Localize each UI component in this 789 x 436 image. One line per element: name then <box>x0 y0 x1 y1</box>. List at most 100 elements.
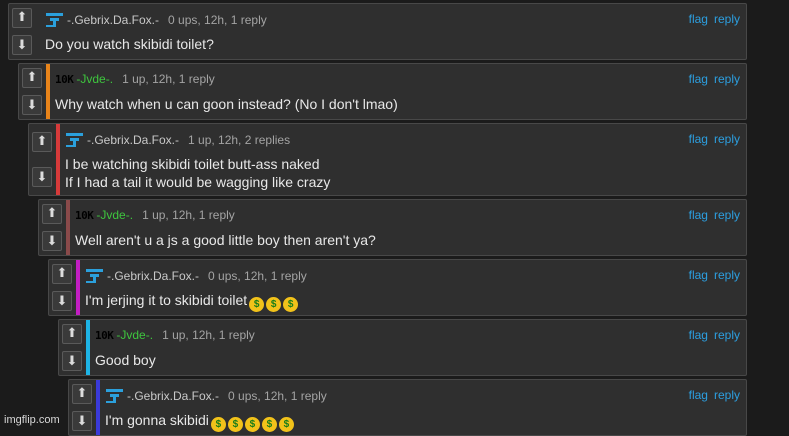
comment-header: 10K -Jvde-. 1 up, 12h, 1 reply <box>75 208 235 222</box>
up-arrow-icon: ⬆ <box>76 386 88 402</box>
username-link[interactable]: -Jvde-. <box>76 72 113 86</box>
comment-text: I'm jerjing it to skibidi toilet <box>85 292 248 308</box>
vote-controls: ⬆ ⬇ <box>39 200 65 255</box>
comment-actions: flag reply <box>683 208 740 222</box>
up-arrow-icon: ⬆ <box>56 266 68 282</box>
comment-text-line: I'm gonna skibidi $ $ $ $ $ <box>105 411 294 432</box>
comment-body: I be watching skibidi toilet butt-ass na… <box>65 155 330 191</box>
reply-link[interactable]: reply <box>714 132 740 146</box>
comment: ⬆ ⬇ -.Gebrix.Da.Fox.- 0 ups, 12h, 1 reply fl… <box>68 379 747 436</box>
comment-header: 10K -Jvde-. 1 up, 12h, 1 reply <box>55 72 215 86</box>
flag-link[interactable]: flag <box>689 208 708 222</box>
flag-link[interactable]: flag <box>689 72 708 86</box>
comment-header: -.Gebrix.Da.Fox.- 1 up, 12h, 2 replies <box>65 132 290 148</box>
downvote-button[interactable]: ⬇ <box>22 95 42 116</box>
money-mouth-face-emoji-icon: $ <box>266 297 282 312</box>
reply-link[interactable]: reply <box>714 328 740 342</box>
money-mouth-face-emoji-icon: $ <box>283 297 299 312</box>
reply-link[interactable]: reply <box>714 72 740 86</box>
vote-controls: ⬆ ⬇ <box>49 260 75 315</box>
flag-link[interactable]: flag <box>689 388 708 402</box>
comment-body: Why watch when u can goon instead? (No I… <box>55 95 398 113</box>
reply-link[interactable]: reply <box>714 12 740 26</box>
upvote-button[interactable]: ⬆ <box>22 67 42 88</box>
downvote-button[interactable]: ⬇ <box>32 167 52 188</box>
comment-thread: ⬆ ⬇ -.Gebrix.Da.Fox.- 0 ups, 12h, 1 reply fl… <box>0 0 789 436</box>
comment-header: -.Gebrix.Da.Fox.- 0 ups, 12h, 1 reply <box>45 12 267 28</box>
comment-text-line: If I had a tail it would be wagging like… <box>65 173 330 191</box>
upvote-button[interactable]: ⬆ <box>52 263 72 284</box>
comment-text: Why watch when u can goon instead? (No I… <box>55 96 398 112</box>
vote-controls: ⬆ ⬇ <box>19 64 45 119</box>
comment-meta: 1 up, 12h, 1 reply <box>122 72 215 86</box>
comment: ⬆ ⬇ -.Gebrix.Da.Fox.- 0 ups, 12h, 1 reply fl… <box>48 259 747 316</box>
comment-actions: flag reply <box>683 388 740 402</box>
reply-link[interactable]: reply <box>714 268 740 282</box>
comment-meta: 0 ups, 12h, 1 reply <box>208 269 307 283</box>
username-link[interactable]: -Jvde-. <box>116 328 153 342</box>
comment: ⬆ ⬇ 10K -Jvde-. 1 up, 12h, 1 reply flag reply W… <box>38 199 747 256</box>
money-mouth-face-emoji-icon: $ <box>249 297 265 312</box>
username-link[interactable]: -.Gebrix.Da.Fox.- <box>127 389 219 403</box>
comment-actions: flag reply <box>683 268 740 282</box>
comment-meta: 0 ups, 12h, 1 reply <box>228 389 327 403</box>
downvote-button[interactable]: ⬇ <box>72 411 92 432</box>
avatar-badge: 10K <box>95 328 114 342</box>
comment: ⬆ ⬇ 10K -Jvde-. 1 up, 12h, 1 reply flag reply W… <box>18 63 747 120</box>
comment-body: I'm gonna skibidi $ $ $ $ $ <box>105 411 294 432</box>
comment-text-line: Do you watch skibidi toilet? <box>45 35 214 53</box>
comment-header: -.Gebrix.Da.Fox.- 0 ups, 12h, 1 reply <box>105 388 327 404</box>
upvote-button[interactable]: ⬆ <box>12 7 32 28</box>
upvote-button[interactable]: ⬆ <box>32 131 52 152</box>
downvote-button[interactable]: ⬇ <box>52 291 72 312</box>
up-arrow-icon: ⬆ <box>26 70 38 86</box>
fox-avatar-icon <box>65 132 84 148</box>
upvote-button[interactable]: ⬆ <box>42 203 62 224</box>
comment-text-line: I'm jerjing it to skibidi toilet $ $ $ <box>85 291 299 312</box>
comment-body: Well aren't u a js a good little boy the… <box>75 231 376 249</box>
comment-actions: flag reply <box>683 328 740 342</box>
reply-depth-bar <box>46 64 50 119</box>
down-arrow-icon: ⬇ <box>36 169 48 185</box>
vote-controls: ⬆ ⬇ <box>29 124 55 195</box>
username-link[interactable]: -.Gebrix.Da.Fox.- <box>107 269 199 283</box>
comment: ⬆ ⬇ -.Gebrix.Da.Fox.- 1 up, 12h, 2 replies f… <box>28 123 747 196</box>
comment-text: Good boy <box>95 352 156 368</box>
comment-text-line: Why watch when u can goon instead? (No I… <box>55 95 398 113</box>
vote-controls: ⬆ ⬇ <box>59 320 85 375</box>
comment-header: 10K -Jvde-. 1 up, 12h, 1 reply <box>95 328 255 342</box>
reply-link[interactable]: reply <box>714 388 740 402</box>
username-link[interactable]: -.Gebrix.Da.Fox.- <box>67 13 159 27</box>
down-arrow-icon: ⬇ <box>76 413 88 429</box>
upvote-button[interactable]: ⬆ <box>62 323 82 344</box>
flag-link[interactable]: flag <box>689 328 708 342</box>
comment-body: Good boy <box>95 351 156 369</box>
comment-text: Well aren't u a js a good little boy the… <box>75 232 376 248</box>
fox-avatar-icon <box>85 268 104 284</box>
down-arrow-icon: ⬇ <box>66 353 78 369</box>
comment-actions: flag reply <box>683 12 740 26</box>
downvote-button[interactable]: ⬇ <box>62 351 82 372</box>
comment-text: I be watching skibidi toilet butt-ass na… <box>65 156 320 172</box>
vote-controls: ⬆ ⬇ <box>9 4 35 59</box>
reply-depth-bar <box>86 320 90 375</box>
fox-avatar-icon <box>45 12 64 28</box>
comment-header: -.Gebrix.Da.Fox.- 0 ups, 12h, 1 reply <box>85 268 307 284</box>
avatar-badge: 10K <box>75 208 94 222</box>
imgflip-watermark: imgflip.com <box>4 414 60 426</box>
comment-text-line: Well aren't u a js a good little boy the… <box>75 231 376 249</box>
downvote-button[interactable]: ⬇ <box>42 231 62 252</box>
comment-meta: 1 up, 12h, 2 replies <box>188 133 291 147</box>
comment-text: If I had a tail it would be wagging like… <box>65 174 331 190</box>
comment-meta: 1 up, 12h, 1 reply <box>142 208 235 222</box>
username-link[interactable]: -.Gebrix.Da.Fox.- <box>87 133 179 147</box>
flag-link[interactable]: flag <box>689 132 708 146</box>
flag-link[interactable]: flag <box>689 268 708 282</box>
up-arrow-icon: ⬆ <box>16 10 28 26</box>
username-link[interactable]: -Jvde-. <box>96 208 133 222</box>
reply-depth-bar <box>66 200 70 255</box>
flag-link[interactable]: flag <box>689 12 708 26</box>
downvote-button[interactable]: ⬇ <box>12 35 32 56</box>
upvote-button[interactable]: ⬆ <box>72 383 92 404</box>
reply-link[interactable]: reply <box>714 208 740 222</box>
